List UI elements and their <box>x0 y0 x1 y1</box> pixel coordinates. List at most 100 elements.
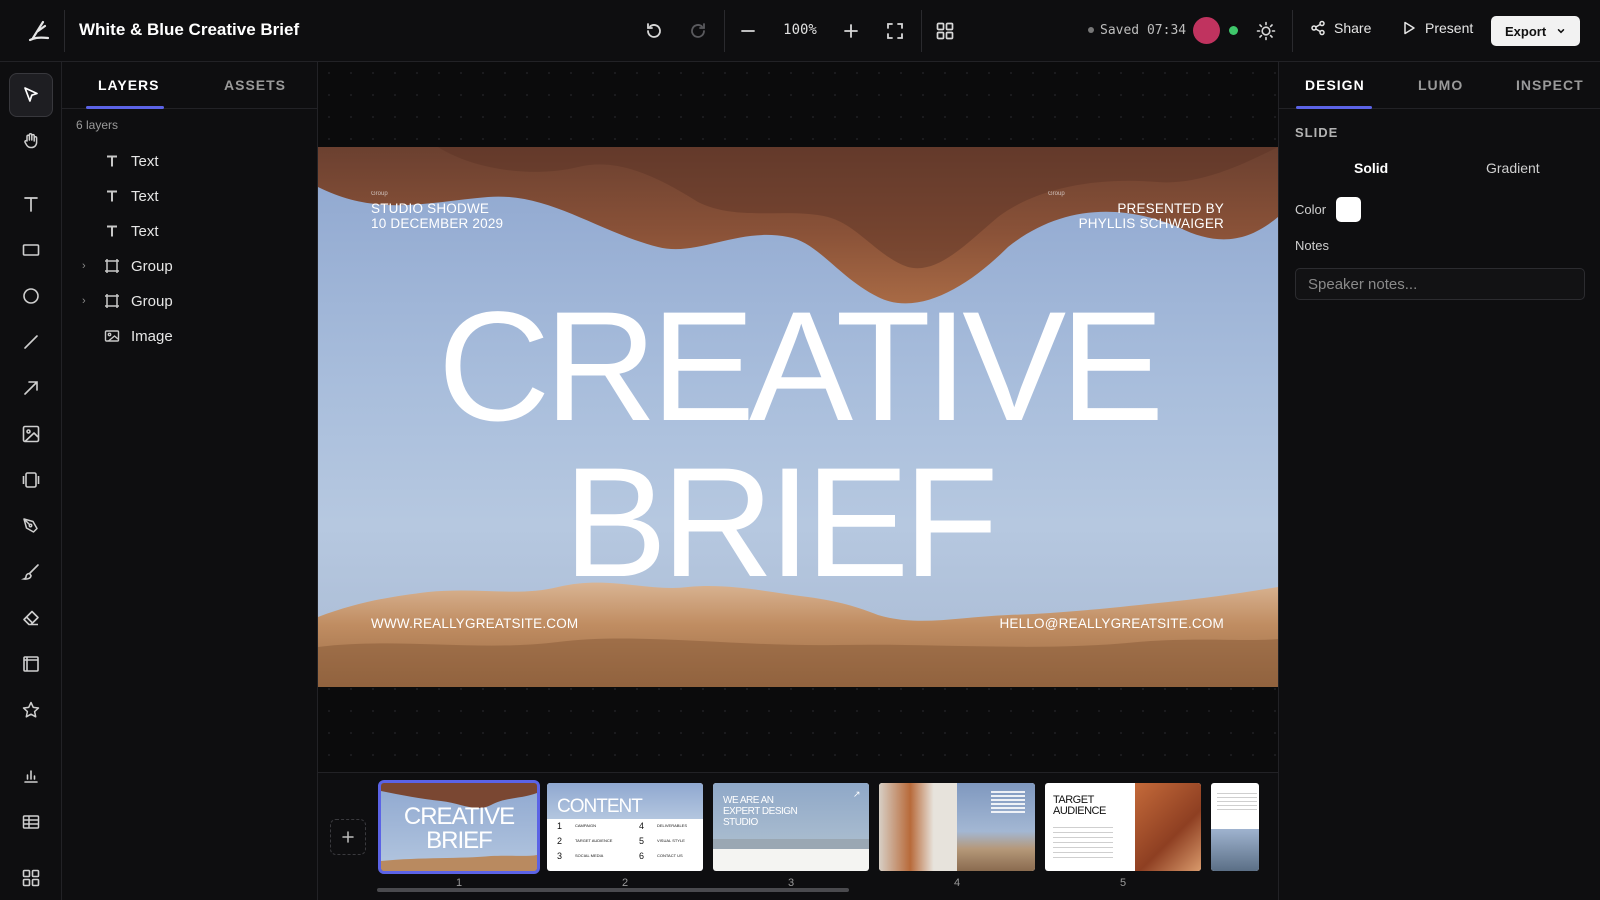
ellipse-tool[interactable] <box>9 274 53 318</box>
online-indicator <box>1229 26 1238 35</box>
add-slide-button[interactable] <box>330 819 366 855</box>
fit-screen-button[interactable] <box>883 19 907 43</box>
layer-row[interactable]: Image <box>62 319 318 353</box>
thumbnail-text-block <box>1217 793 1257 813</box>
table-icon <box>22 815 40 829</box>
slide-group-tag: Group <box>371 191 388 197</box>
slide-email[interactable]: HELLO@REALLYGREATSITE.COM <box>999 616 1224 631</box>
layer-name: Text <box>131 187 159 205</box>
divider <box>64 10 65 52</box>
slide-thumbnail-1[interactable]: CREATIVE BRIEF <box>378 780 540 874</box>
color-swatch[interactable] <box>1336 197 1361 222</box>
grid-view-button[interactable] <box>933 19 957 43</box>
video-tool[interactable] <box>9 458 53 502</box>
redo-button[interactable] <box>686 19 710 43</box>
brush-icon <box>21 564 39 580</box>
layer-row[interactable]: Text <box>62 179 318 213</box>
thumbnail-text-block <box>1053 827 1113 861</box>
divider <box>921 10 922 52</box>
slide-title-line-1[interactable]: CREATIVE <box>318 289 1278 445</box>
tab-assets[interactable]: ASSETS <box>224 77 286 93</box>
arrow-tool[interactable] <box>9 366 53 410</box>
slide-title-line-2[interactable]: BRIEF <box>318 445 1258 601</box>
fill-mode-solid[interactable]: Solid <box>1354 160 1388 176</box>
brush-tool[interactable] <box>9 550 53 594</box>
share-button[interactable]: Share <box>1310 20 1371 36</box>
star-icon <box>22 701 40 718</box>
hand-tool[interactable] <box>9 119 53 163</box>
zoom-level[interactable]: 100% <box>772 22 828 38</box>
layer-row[interactable]: › Group <box>62 249 318 283</box>
select-tool[interactable] <box>9 73 53 117</box>
chevron-down-icon <box>1557 29 1565 34</box>
rectangle-icon <box>22 244 40 256</box>
chart-tool[interactable] <box>9 754 53 798</box>
rectangle-tool[interactable] <box>9 228 53 272</box>
fill-mode-gradient[interactable]: Gradient <box>1486 160 1540 176</box>
divider <box>1292 10 1293 52</box>
star-tool[interactable] <box>9 688 53 732</box>
zoom-in-button[interactable] <box>839 19 863 43</box>
thumbnail-title-line: BRIEF <box>426 827 493 854</box>
document-title[interactable]: White & Blue Creative Brief <box>79 20 299 40</box>
grid-icon <box>936 22 954 40</box>
layer-row[interactable]: Text <box>62 144 318 178</box>
thumbnail-title-line: CREATIVE <box>403 803 515 830</box>
slide-thumbnail-2[interactable]: CONTENT 1 CAMPAIGN 4 DELIVERABLES 2 TARG… <box>547 783 703 871</box>
filmstrip-scrollbar[interactable] <box>377 888 849 892</box>
image-icon <box>22 425 40 443</box>
top-bar: White & Blue Creative Brief 100% Saved 0… <box>0 0 1600 62</box>
slide-presenter-name[interactable]: PHYLLIS SCHWAIGER <box>1079 216 1224 231</box>
slide-thumbnail-4[interactable] <box>879 783 1035 871</box>
cursor-icon <box>24 87 38 102</box>
export-button[interactable]: Export <box>1491 16 1580 46</box>
contents-number: 4 <box>639 821 645 831</box>
tab-design[interactable]: DESIGN <box>1305 77 1365 93</box>
line-tool[interactable] <box>9 320 53 364</box>
film-icon <box>22 472 40 488</box>
text-tool[interactable] <box>9 182 53 226</box>
components-tool[interactable] <box>9 856 53 900</box>
pen-tool[interactable] <box>9 504 53 548</box>
speaker-notes-input[interactable] <box>1295 268 1585 300</box>
contents-item: CONTACT US <box>657 853 683 858</box>
share-icon <box>1311 20 1325 36</box>
thumbnail-title-line: STUDIO <box>723 817 758 828</box>
chevron-right-icon[interactable]: › <box>82 260 86 272</box>
tab-lumo[interactable]: LUMO <box>1418 77 1463 93</box>
layer-row[interactable]: › Group <box>62 284 318 318</box>
contents-item: CAMPAIGN <box>575 823 597 828</box>
image-tool[interactable] <box>9 412 53 456</box>
slide-thumbnail-5[interactable]: TARGET AUDIENCE <box>1045 783 1201 871</box>
table-tool[interactable] <box>9 800 53 844</box>
contents-number: 3 <box>557 851 563 861</box>
play-icon <box>1404 21 1415 35</box>
design-panel: DESIGN LUMO INSPECT SLIDE Solid Gradient… <box>1278 62 1600 900</box>
plus-icon <box>342 831 354 843</box>
slide-thumbnail-6[interactable] <box>1211 783 1259 871</box>
app-logo-icon[interactable] <box>26 18 52 44</box>
undo-button[interactable] <box>642 19 666 43</box>
slide-canvas[interactable]: Group Group STUDIO SHODWE 10 DECEMBER 20… <box>318 147 1278 687</box>
thumbnail-image <box>1211 829 1259 871</box>
layer-row[interactable]: Text <box>62 214 318 248</box>
left-panel-tabs: LAYERS ASSETS <box>62 62 317 109</box>
frame-tool[interactable] <box>9 642 53 686</box>
theme-toggle-button[interactable] <box>1254 19 1278 43</box>
user-avatar[interactable] <box>1193 17 1220 44</box>
slide-studio-name[interactable]: STUDIO SHODWE <box>371 201 489 216</box>
slide-website[interactable]: WWW.REALLYGREATSITE.COM <box>371 616 578 631</box>
slide-presented-by[interactable]: PRESENTED BY <box>1117 201 1224 216</box>
section-title: SLIDE <box>1295 125 1339 140</box>
eraser-tool[interactable] <box>9 596 53 640</box>
plus-icon <box>844 24 858 38</box>
chevron-right-icon[interactable]: › <box>82 295 86 307</box>
active-tab-indicator <box>1296 106 1372 109</box>
tab-inspect[interactable]: INSPECT <box>1516 77 1584 93</box>
tab-layers[interactable]: LAYERS <box>98 77 160 93</box>
zoom-out-button[interactable] <box>736 19 760 43</box>
slide-thumbnail-3[interactable]: WE ARE AN EXPERT DESIGN STUDIO ↗ <box>713 783 869 871</box>
contents-number: 5 <box>639 836 645 846</box>
present-button[interactable]: Present <box>1401 20 1473 36</box>
slide-date[interactable]: 10 DECEMBER 2029 <box>371 216 503 231</box>
